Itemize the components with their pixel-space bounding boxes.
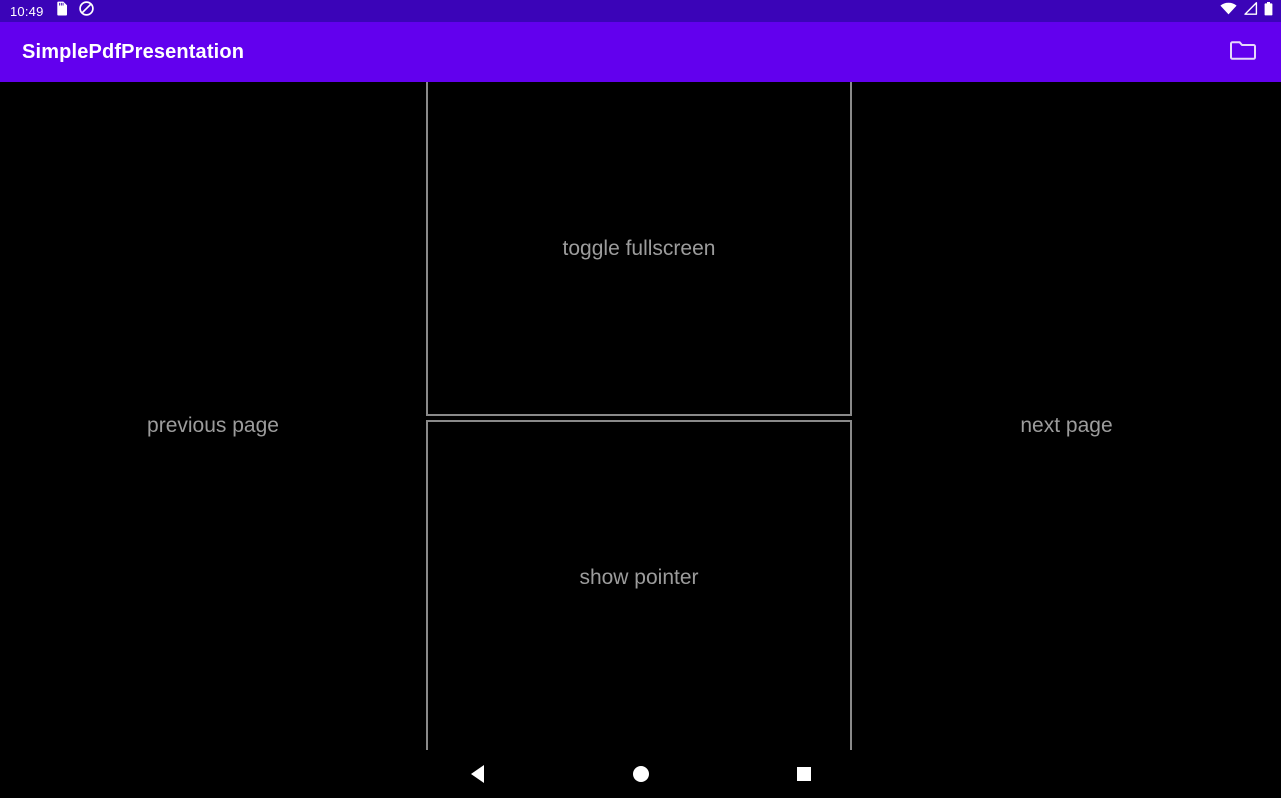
next-page-label: next page [1020, 413, 1113, 437]
touch-zone-container: previous page toggle fullscreen show poi… [0, 82, 1281, 750]
open-file-button[interactable] [1221, 30, 1265, 74]
back-button[interactable] [396, 750, 559, 798]
page-title: SimplePdfPresentation [22, 41, 245, 63]
status-bar: 10:49 [0, 0, 1281, 22]
wifi-icon [1220, 2, 1237, 20]
status-bar-left: 10:49 [10, 1, 94, 21]
recents-button[interactable] [722, 750, 885, 798]
previous-page-label: previous page [147, 413, 279, 437]
toggle-fullscreen-label: toggle fullscreen [562, 236, 716, 260]
toggle-fullscreen-zone[interactable]: toggle fullscreen [426, 82, 852, 416]
show-pointer-label: show pointer [579, 565, 699, 589]
next-page-zone[interactable]: next page [852, 82, 1281, 750]
app-bar: SimplePdfPresentation [0, 22, 1281, 82]
android-screen: 10:49 SimplePdfPresentation previous pag… [0, 0, 1281, 798]
status-bar-right [1220, 1, 1273, 21]
home-button[interactable] [559, 750, 722, 798]
battery-icon [1264, 1, 1273, 21]
status-clock: 10:49 [10, 3, 44, 19]
do-not-disturb-icon [78, 1, 94, 21]
triangle-left-icon [471, 765, 484, 783]
show-pointer-zone[interactable]: show pointer [426, 420, 852, 750]
circle-icon [632, 766, 649, 782]
folder-icon [1230, 39, 1256, 66]
navigation-bar [0, 750, 1281, 798]
previous-page-zone[interactable]: previous page [0, 82, 426, 750]
sd-card-icon [55, 1, 68, 21]
cellular-signal-icon [1243, 2, 1258, 20]
square-icon [796, 767, 811, 781]
